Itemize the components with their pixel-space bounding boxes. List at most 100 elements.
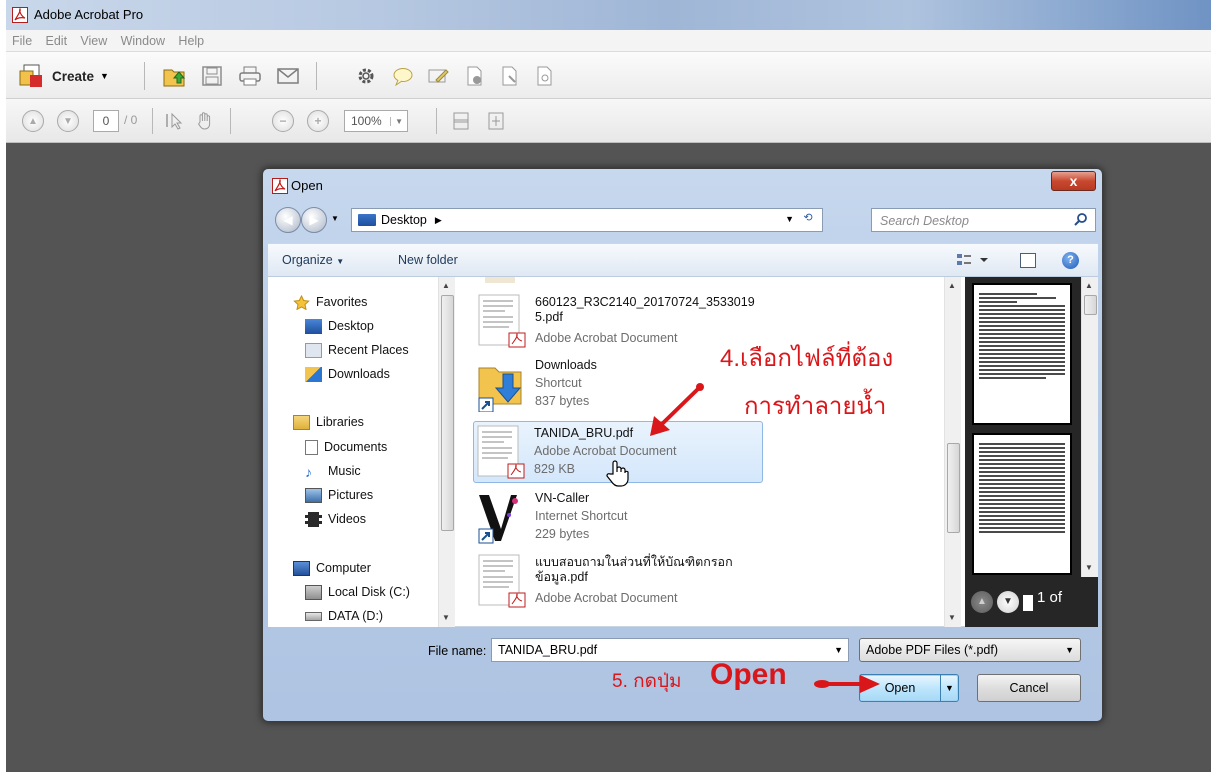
page-number-input[interactable]: 0	[93, 110, 119, 132]
print-button[interactable]	[237, 63, 263, 89]
scroll-down-icon[interactable]: ▼	[442, 613, 450, 622]
nav-downloads[interactable]: Downloads	[305, 364, 390, 384]
nav-downloads-label: Downloads	[328, 367, 390, 381]
file-name: 660123_R3C2140_20170724_3533019 5.pdf	[535, 295, 755, 324]
create-button[interactable]: Create ▼	[18, 61, 128, 91]
zoom-in-button[interactable]: +	[307, 110, 329, 132]
nav-videos[interactable]: Videos	[305, 509, 366, 529]
zoom-level-select[interactable]: 100% ▼	[344, 110, 408, 132]
fit-page-button[interactable]	[449, 109, 473, 133]
file-item-tanida[interactable]: TANIDA_BRU.pdf Adobe Acrobat Document 82…	[473, 421, 763, 487]
help-icon[interactable]: ?	[1062, 252, 1079, 269]
nav-music-label: Music	[328, 464, 361, 478]
address-bar[interactable]: Desktop ▶ ▼ ⟲	[351, 208, 823, 232]
navigation-toolbar: ▲ ▼ 0 / 0 − + 100% ▼	[6, 99, 1211, 143]
forward-button[interactable]: ▶	[301, 207, 327, 233]
menu-edit[interactable]: Edit	[46, 34, 68, 48]
page-number-value: 0	[102, 114, 110, 128]
secure-button[interactable]	[463, 64, 487, 88]
downloads-shortcut-icon	[478, 367, 522, 412]
open-folder-button[interactable]	[161, 62, 189, 90]
file-name: แบบสอบถามในส่วนที่ให้บัณฑิตกรอก ข้อมูล.pd…	[535, 555, 733, 584]
settings-button[interactable]	[354, 64, 378, 88]
comment-button[interactable]	[391, 64, 415, 88]
nav-local-disk[interactable]: Local Disk (C:)	[305, 582, 410, 602]
file-name: TANIDA_BRU.pdf	[534, 426, 634, 440]
address-dropdown-icon[interactable]: ▼	[785, 214, 794, 224]
cursor-icon	[166, 112, 183, 130]
arrow-down-icon: ▼	[63, 115, 73, 127]
nav-computer[interactable]: Computer	[293, 558, 371, 578]
file-type-select[interactable]: Adobe PDF Files (*.pdf) ▼	[859, 638, 1081, 662]
review-button[interactable]	[533, 64, 557, 88]
scrollbar-thumb[interactable]	[441, 295, 454, 531]
cancel-button-label: Cancel	[1009, 681, 1049, 695]
menu-file[interactable]: File	[12, 34, 32, 48]
cancel-button[interactable]: Cancel	[977, 674, 1081, 702]
nav-data-drive[interactable]: DATA (D:)	[305, 606, 383, 626]
scroll-up-icon[interactable]: ▲	[1085, 281, 1093, 290]
chevron-down-icon[interactable]: ▼	[834, 645, 843, 655]
file-size: 229 bytes	[535, 527, 590, 541]
search-icon[interactable]	[1073, 212, 1089, 228]
file-name-input[interactable]: TANIDA_BRU.pdf ▼	[491, 638, 849, 662]
file-item-survey-pdf[interactable]: แบบสอบถามในส่วนที่ให้บัณฑิตกรอก ข้อมูล.pd…	[475, 551, 765, 613]
step4-annotation-line1: 4.เลือกไฟล์ที่ต้อง	[720, 345, 894, 372]
nav-pictures[interactable]: Pictures	[305, 485, 373, 505]
scroll-up-icon[interactable]: ▲	[948, 281, 956, 290]
arrow-right-icon: ▶	[309, 213, 319, 227]
preview-page-1	[972, 283, 1072, 425]
minus-icon: −	[279, 114, 287, 128]
email-button[interactable]	[274, 63, 302, 89]
preview-pane-icon[interactable]	[1020, 253, 1036, 268]
scroll-down-icon[interactable]: ▼	[948, 613, 956, 622]
nav-favorites[interactable]: Favorites	[293, 292, 367, 312]
preview-scrollbar[interactable]: ▲ ▼	[1081, 277, 1098, 577]
history-dropdown-icon[interactable]: ▼	[331, 214, 339, 223]
breadcrumb-chevron-icon[interactable]: ▶	[435, 215, 442, 226]
file-item-vn-caller[interactable]: VN-Caller Internet Shortcut 229 bytes	[475, 487, 765, 549]
scrollbar-thumb[interactable]	[947, 443, 960, 533]
refresh-icon[interactable]: ⟲	[798, 211, 818, 229]
dialog-title: Open	[291, 178, 323, 193]
open-button[interactable]: Open ▼	[859, 674, 959, 702]
scroll-down-icon[interactable]: ▼	[1085, 563, 1093, 572]
menu-help[interactable]: Help	[178, 34, 204, 48]
nav-libraries[interactable]: Libraries	[293, 412, 364, 432]
search-input[interactable]: Search Desktop	[871, 208, 1096, 232]
vn-caller-shortcut-icon	[478, 495, 518, 544]
preview-next-page-button[interactable]: ▼	[997, 591, 1019, 613]
open-options-dropdown[interactable]: ▼	[940, 675, 958, 701]
hand-tool-button[interactable]	[193, 109, 217, 133]
nav-documents[interactable]: Documents	[305, 437, 387, 457]
nav-music[interactable]: ♪ Music	[305, 461, 361, 481]
step5-annotation-open: Open	[710, 658, 787, 691]
next-page-button[interactable]: ▼	[57, 110, 79, 132]
select-tool-button[interactable]	[162, 109, 186, 133]
scroll-up-icon[interactable]: ▲	[442, 281, 450, 290]
navigation-scrollbar[interactable]: ▲ ▼	[438, 277, 455, 627]
nav-recent-places[interactable]: Recent Places	[305, 340, 409, 360]
previous-page-button[interactable]: ▲	[22, 110, 44, 132]
nav-local-disk-label: Local Disk (C:)	[328, 585, 410, 599]
menu-window[interactable]: Window	[121, 34, 165, 48]
form-button[interactable]	[427, 64, 451, 88]
close-button[interactable]: x	[1051, 171, 1096, 191]
preview-prev-page-button[interactable]: ▲	[971, 591, 993, 613]
zoom-out-button[interactable]: −	[272, 110, 294, 132]
change-view-button[interactable]	[956, 252, 990, 271]
new-folder-button[interactable]: New folder	[398, 253, 458, 267]
back-button[interactable]: ◀	[275, 207, 301, 233]
sign-button[interactable]	[498, 64, 522, 88]
save-button[interactable]	[199, 63, 225, 89]
main-toolbar: Create ▼	[6, 52, 1211, 99]
menu-view[interactable]: View	[80, 34, 107, 48]
organize-button[interactable]: Organize ▼	[282, 253, 344, 267]
dialog-footer: File name: TANIDA_BRU.pdf ▼ Adobe PDF Fi…	[268, 629, 1098, 717]
file-list-scrollbar[interactable]: ▲ ▼	[944, 277, 961, 627]
scrollbar-thumb[interactable]	[1084, 295, 1097, 315]
address-location: Desktop	[381, 213, 427, 227]
nav-desktop[interactable]: Desktop	[305, 316, 374, 336]
fit-width-button[interactable]	[484, 109, 508, 133]
preview-page-input[interactable]	[1023, 595, 1033, 611]
